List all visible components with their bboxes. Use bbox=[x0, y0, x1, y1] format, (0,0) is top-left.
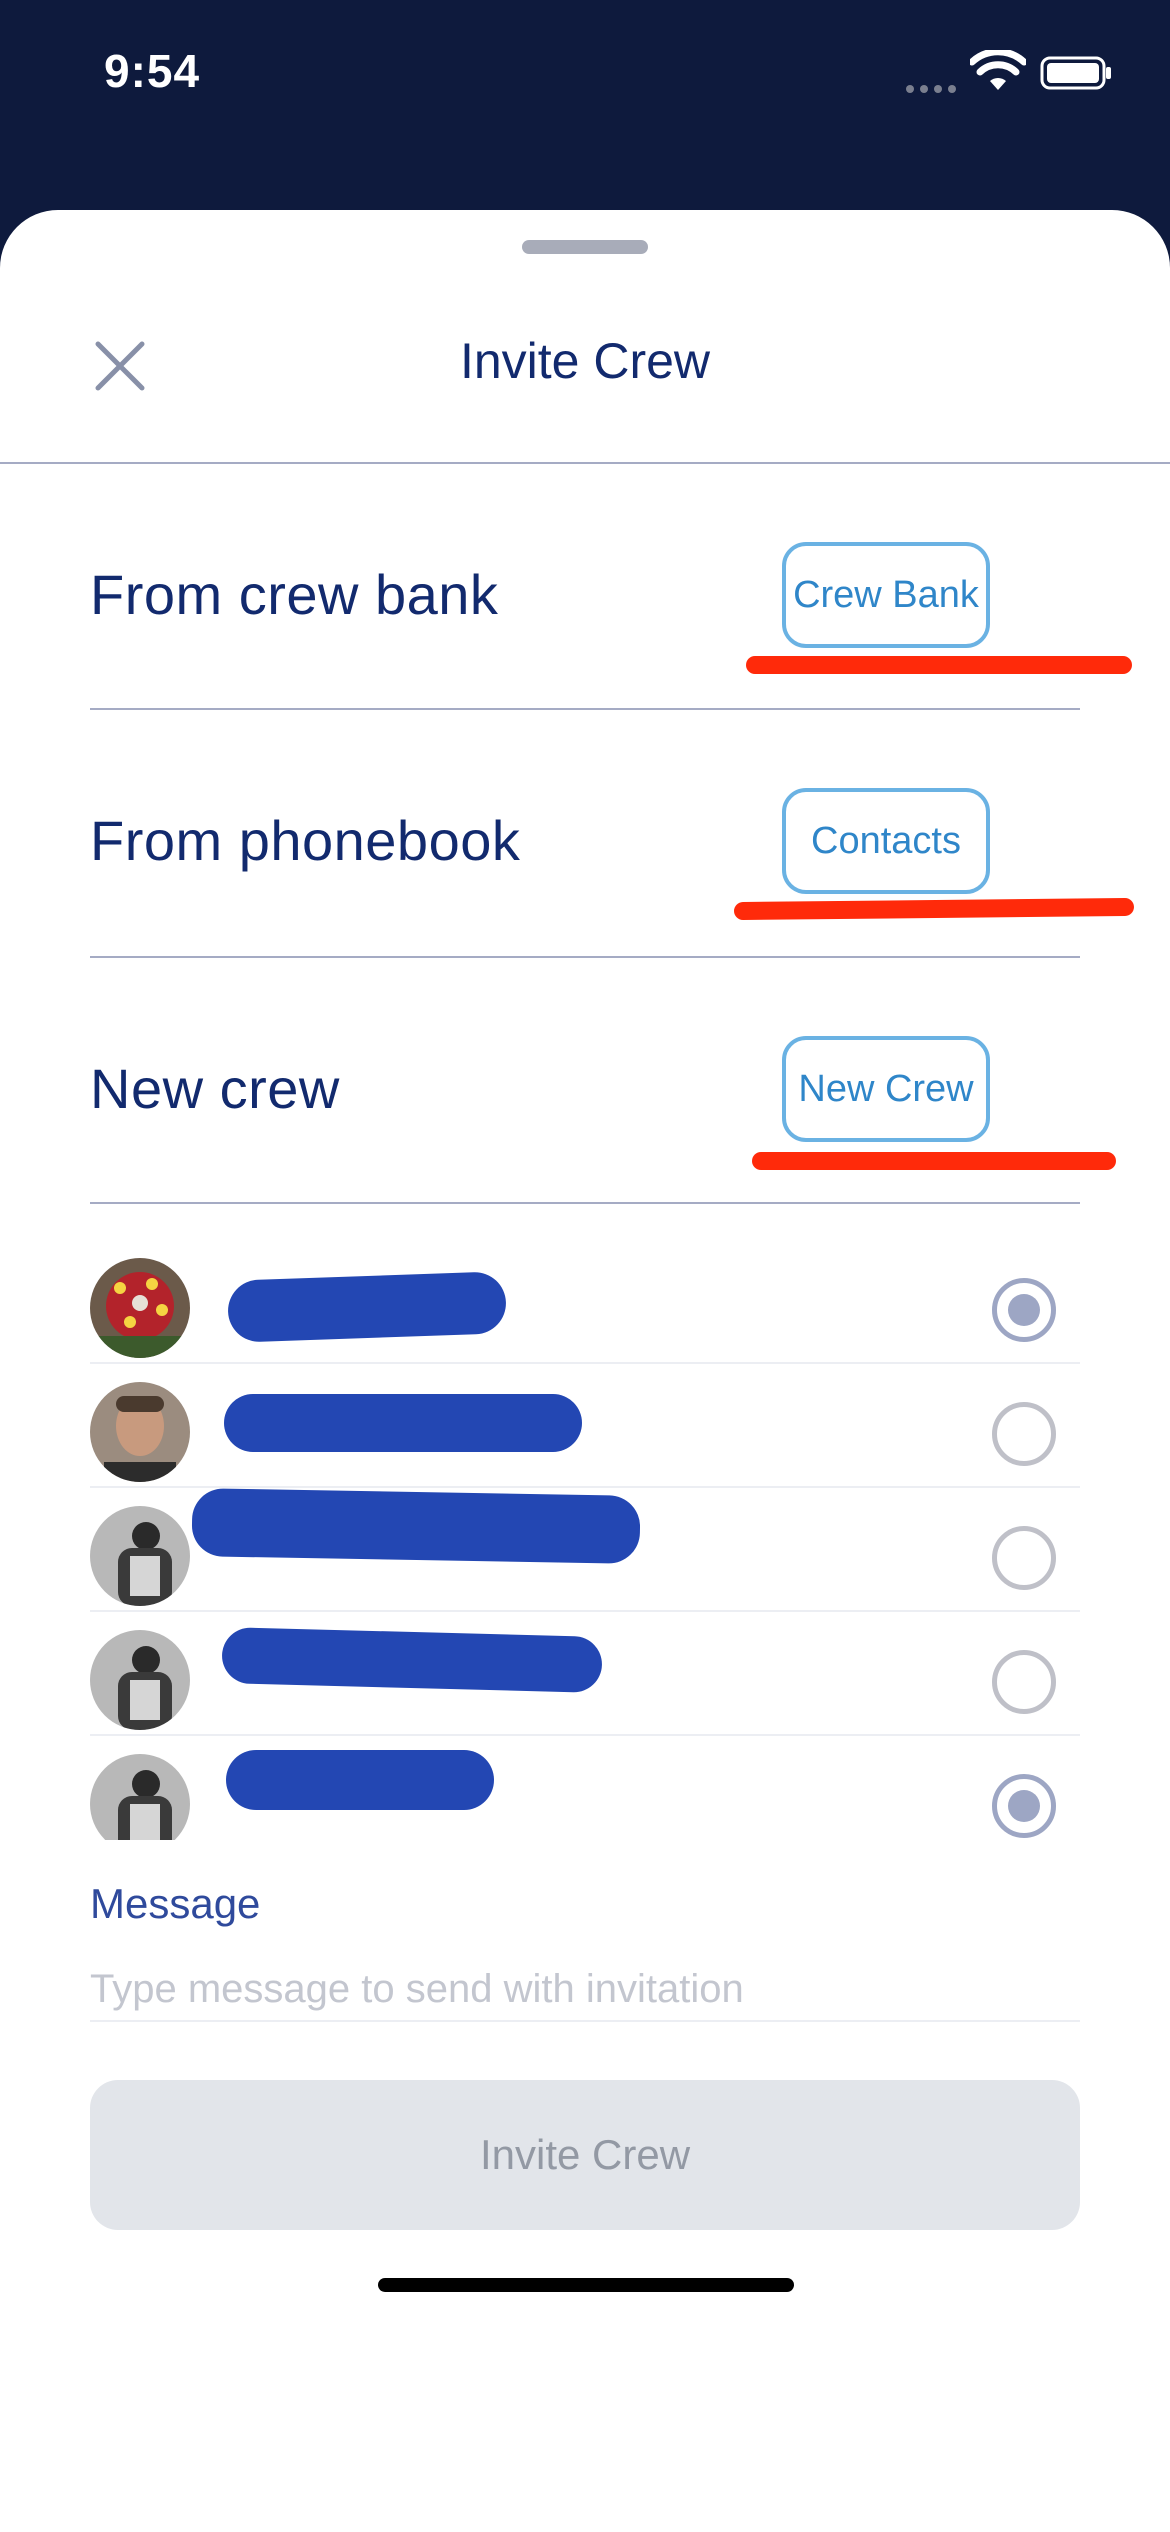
crew-row[interactable] bbox=[90, 1612, 1080, 1736]
message-underline bbox=[90, 2020, 1080, 2022]
man-portrait-avatar bbox=[90, 1382, 190, 1482]
crew-row[interactable] bbox=[90, 1240, 1080, 1364]
cellular-signal-icon bbox=[906, 80, 962, 93]
redacted-name bbox=[221, 1627, 603, 1693]
message-input[interactable] bbox=[90, 1960, 1080, 2018]
bw-crew-avatar bbox=[90, 1506, 190, 1606]
redacted-name bbox=[224, 1394, 582, 1452]
wifi-icon bbox=[970, 50, 1026, 90]
redacted-name bbox=[191, 1488, 641, 1564]
selection-radio[interactable] bbox=[992, 1402, 1056, 1466]
sheet-title: Invite Crew bbox=[459, 333, 711, 389]
crew-row[interactable] bbox=[90, 1488, 1080, 1612]
section-label-phonebook: From phonebook bbox=[90, 809, 521, 872]
selection-radio[interactable] bbox=[992, 1278, 1056, 1342]
annotation-underline bbox=[746, 656, 1132, 674]
message-label: Message bbox=[90, 1880, 261, 1927]
status-bar: 9:54 bbox=[0, 0, 1170, 150]
invite-crew-button[interactable]: Invite Crew bbox=[90, 2080, 1080, 2230]
selection-radio[interactable] bbox=[992, 1650, 1056, 1714]
crew-row[interactable] bbox=[90, 1364, 1080, 1488]
home-indicator bbox=[378, 2278, 794, 2292]
status-time: 9:54 bbox=[104, 45, 201, 97]
crew-row[interactable] bbox=[90, 1736, 1080, 1840]
contacts-button[interactable]: Contacts bbox=[782, 788, 990, 894]
flower-avatar bbox=[90, 1258, 190, 1358]
redacted-name bbox=[226, 1750, 494, 1810]
section-divider bbox=[90, 956, 1080, 958]
battery-icon bbox=[1040, 56, 1111, 90]
selection-radio[interactable] bbox=[992, 1526, 1056, 1590]
section-divider bbox=[90, 708, 1080, 710]
bw-crew-avatar bbox=[90, 1630, 190, 1730]
selection-radio[interactable] bbox=[992, 1774, 1056, 1838]
sheet-grabber[interactable] bbox=[522, 240, 648, 254]
annotation-underline bbox=[733, 897, 1135, 921]
crew-bank-button[interactable]: Crew Bank bbox=[782, 542, 990, 648]
redacted-name bbox=[227, 1271, 507, 1343]
crew-list bbox=[0, 1030, 1170, 1840]
header-divider bbox=[0, 462, 1170, 464]
bw-crew-avatar bbox=[90, 1754, 190, 1840]
section-label-crew-bank: From crew bank bbox=[90, 563, 499, 626]
